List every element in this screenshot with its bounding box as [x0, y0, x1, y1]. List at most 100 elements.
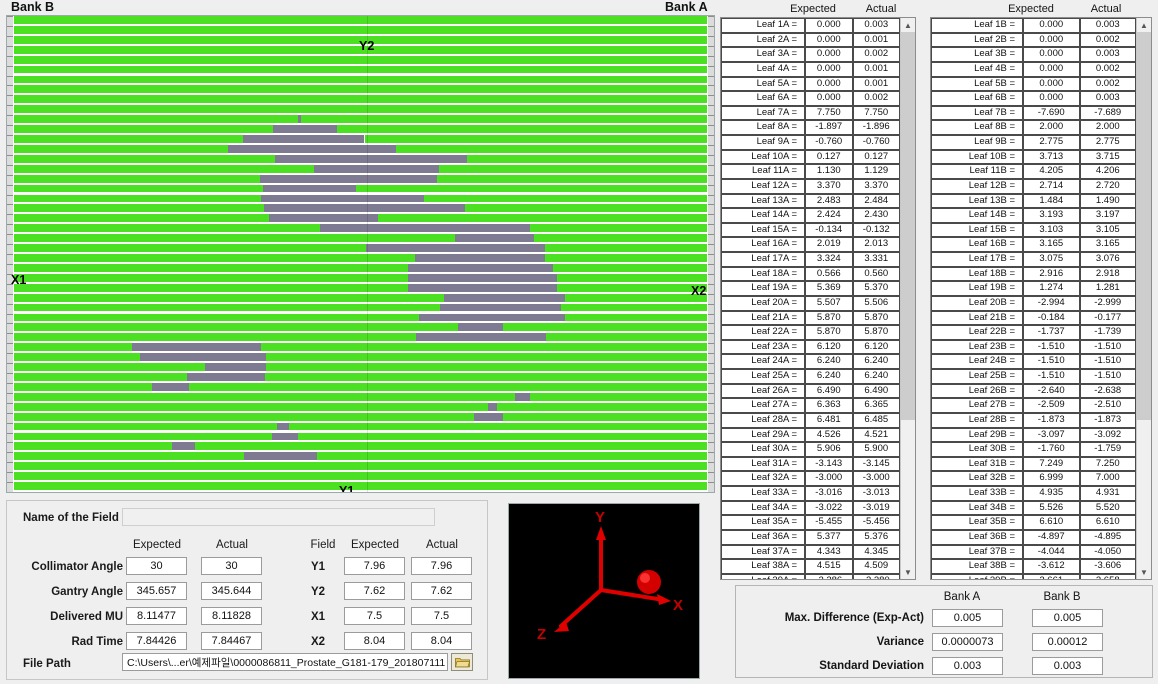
- table-row[interactable]: Leaf 24B = -1.510 -1.510: [931, 354, 1136, 369]
- table-row[interactable]: Leaf 10A = 0.127 0.127: [721, 149, 900, 165]
- table-row[interactable]: Leaf 4B = 0.000 0.002: [931, 61, 1136, 77]
- table-row[interactable]: Leaf 1A = 0.000 0.003: [721, 18, 900, 33]
- table-row[interactable]: Leaf 22A = 5.870 5.870: [721, 325, 900, 340]
- table-row[interactable]: Leaf 32A = -3.000 -3.000: [721, 471, 900, 486]
- table-row[interactable]: Leaf 38B = -3.612 -3.606: [931, 559, 1136, 574]
- table-row[interactable]: Leaf 26A = 6.490 6.490: [721, 383, 900, 399]
- field-actual-input[interactable]: [201, 632, 262, 650]
- jaw-expected-input[interactable]: [344, 607, 405, 625]
- table-row[interactable]: Leaf 12B = 2.714 2.720: [931, 178, 1136, 194]
- table-row[interactable]: Leaf 14B = 3.193 3.197: [931, 208, 1136, 223]
- table-row[interactable]: Leaf 31A = -3.143 -3.145: [721, 456, 900, 472]
- jaw-expected-input[interactable]: [344, 582, 405, 600]
- mlc-leaf-viewer[interactable]: Y2 Y1 X1 X2: [6, 15, 715, 493]
- field-actual-input[interactable]: [201, 557, 262, 575]
- table-row[interactable]: Leaf 25A = 6.240 6.240: [721, 369, 900, 384]
- table-row[interactable]: Leaf 34B = 5.526 5.520: [931, 500, 1136, 516]
- table-row[interactable]: Leaf 33A = -3.016 -3.013: [721, 486, 900, 501]
- table-row[interactable]: Leaf 36A = 5.377 5.376: [721, 529, 900, 545]
- scroll-thumb-a[interactable]: [901, 32, 915, 420]
- file-path-input[interactable]: [122, 653, 448, 671]
- table-row[interactable]: Leaf 2A = 0.000 0.001: [721, 32, 900, 48]
- table-row[interactable]: Leaf 8B = 2.000 2.000: [931, 120, 1136, 135]
- table-row[interactable]: Leaf 26B = -2.640 -2.638: [931, 383, 1136, 399]
- stats-bank_a-value[interactable]: [932, 657, 1003, 675]
- table-row[interactable]: Leaf 28A = 6.481 6.485: [721, 412, 900, 428]
- bank-b-scrollbar[interactable]: ▲ ▼: [1136, 18, 1151, 579]
- table-row[interactable]: Leaf 24A = 6.240 6.240: [721, 354, 900, 369]
- table-row[interactable]: Leaf 37B = -4.044 -4.050: [931, 544, 1136, 560]
- table-row[interactable]: Leaf 35A = -5.455 -5.456: [721, 515, 900, 530]
- browse-folder-button[interactable]: [451, 653, 473, 671]
- table-row[interactable]: Leaf 28B = -1.873 -1.873: [931, 412, 1136, 428]
- table-row[interactable]: Leaf 20A = 5.507 5.506: [721, 295, 900, 311]
- field-actual-input[interactable]: [201, 582, 262, 600]
- table-row[interactable]: Leaf 21B = -0.184 -0.177: [931, 310, 1136, 326]
- table-row[interactable]: Leaf 14A = 2.424 2.430: [721, 208, 900, 223]
- table-row[interactable]: Leaf 12A = 3.370 3.370: [721, 178, 900, 194]
- table-row[interactable]: Leaf 13A = 2.483 2.484: [721, 193, 900, 209]
- table-row[interactable]: Leaf 29A = 4.526 4.521: [721, 427, 900, 443]
- table-row[interactable]: Leaf 39B =2.6612.658: [931, 573, 1136, 579]
- table-row[interactable]: Leaf 9A = -0.760 -0.760: [721, 135, 900, 150]
- jaw-expected-input[interactable]: [344, 557, 405, 575]
- table-row[interactable]: Leaf 7A = 7.750 7.750: [721, 105, 900, 121]
- table-row[interactable]: Leaf 15B = 3.103 3.105: [931, 222, 1136, 238]
- jaw-actual-input[interactable]: [411, 557, 472, 575]
- jaw-actual-input[interactable]: [411, 607, 472, 625]
- table-row[interactable]: Leaf 8A = -1.897 -1.896: [721, 120, 900, 135]
- table-row[interactable]: Leaf 6B = 0.000 0.003: [931, 91, 1136, 106]
- table-row[interactable]: Leaf 36B = -4.897 -4.895: [931, 529, 1136, 545]
- table-row[interactable]: Leaf 21A = 5.870 5.870: [721, 310, 900, 326]
- table-row[interactable]: Leaf 27B = -2.509 -2.510: [931, 398, 1136, 413]
- table-row[interactable]: Leaf 15A = -0.134 -0.132: [721, 222, 900, 238]
- bank-b-leaf-table[interactable]: Leaf 1B = 0.000 0.003 Leaf 2B = 0.000 0.002 Le…: [930, 17, 1152, 580]
- stats-bank_b-value[interactable]: [1032, 633, 1103, 651]
- table-row[interactable]: Leaf 6A = 0.000 0.002: [721, 91, 900, 106]
- table-row[interactable]: Leaf 32B = 6.999 7.000: [931, 471, 1136, 486]
- table-row[interactable]: Leaf 25B = -1.510 -1.510: [931, 369, 1136, 384]
- table-row[interactable]: Leaf 34A = -3.022 -3.019: [721, 500, 900, 516]
- scroll-up-arrow-b[interactable]: ▲: [1137, 18, 1151, 32]
- stats-bank_b-value[interactable]: [1032, 609, 1103, 627]
- table-row[interactable]: Leaf 31B = 7.249 7.250: [931, 456, 1136, 472]
- scroll-up-arrow-a[interactable]: ▲: [901, 18, 915, 32]
- table-row[interactable]: Leaf 23B = -1.510 -1.510: [931, 339, 1136, 355]
- table-row[interactable]: Leaf 11B = 4.205 4.206: [931, 164, 1136, 179]
- table-row[interactable]: Leaf 22B = -1.737 -1.739: [931, 325, 1136, 340]
- table-row[interactable]: Leaf 29B = -3.097 -3.092: [931, 427, 1136, 443]
- table-row[interactable]: Leaf 11A = 1.130 1.129: [721, 164, 900, 179]
- table-row[interactable]: Leaf 30B = -1.760 -1.759: [931, 442, 1136, 457]
- stats-bank_b-value[interactable]: [1032, 657, 1103, 675]
- field-expected-input[interactable]: [126, 582, 187, 600]
- table-row[interactable]: Leaf 33B = 4.935 4.931: [931, 486, 1136, 501]
- table-row[interactable]: Leaf 19B = 1.274 1.281: [931, 281, 1136, 296]
- table-row[interactable]: Leaf 5B = 0.000 0.002: [931, 76, 1136, 92]
- bank-a-leaf-table[interactable]: Leaf 1A = 0.000 0.003 Leaf 2A = 0.000 0.001 Le…: [720, 17, 916, 580]
- table-row[interactable]: Leaf 18B = 2.916 2.918: [931, 266, 1136, 282]
- table-row[interactable]: Leaf 17B = 3.075 3.076: [931, 252, 1136, 267]
- bank-a-scrollbar[interactable]: ▲ ▼: [900, 18, 915, 579]
- scroll-thumb-b[interactable]: [1137, 32, 1151, 420]
- table-row[interactable]: Leaf 30A = 5.906 5.900: [721, 442, 900, 457]
- field-expected-input[interactable]: [126, 607, 187, 625]
- field-expected-input[interactable]: [126, 632, 187, 650]
- jaw-expected-input[interactable]: [344, 632, 405, 650]
- scroll-down-arrow-a[interactable]: ▼: [901, 565, 915, 579]
- table-row[interactable]: Leaf 18A = 0.566 0.560: [721, 266, 900, 282]
- table-row[interactable]: Leaf 16B = 3.165 3.165: [931, 237, 1136, 252]
- table-row[interactable]: Leaf 19A = 5.369 5.370: [721, 281, 900, 296]
- table-row[interactable]: Leaf 39A =-2.286-2.280: [721, 573, 900, 579]
- table-row[interactable]: Leaf 17A = 3.324 3.331: [721, 252, 900, 267]
- table-row[interactable]: Leaf 38A = 4.515 4.509: [721, 559, 900, 574]
- stats-bank_a-value[interactable]: [932, 609, 1003, 627]
- table-row[interactable]: Leaf 4A = 0.000 0.001: [721, 61, 900, 77]
- field-actual-input[interactable]: [201, 607, 262, 625]
- jaw-actual-input[interactable]: [411, 632, 472, 650]
- table-row[interactable]: Leaf 2B = 0.000 0.002: [931, 32, 1136, 48]
- table-row[interactable]: Leaf 1B = 0.000 0.003: [931, 18, 1136, 33]
- table-row[interactable]: Leaf 27A = 6.363 6.365: [721, 398, 900, 413]
- name-of-field-input[interactable]: [122, 508, 435, 526]
- scroll-down-arrow-b[interactable]: ▼: [1137, 565, 1151, 579]
- table-row[interactable]: Leaf 37A = 4.343 4.345: [721, 544, 900, 560]
